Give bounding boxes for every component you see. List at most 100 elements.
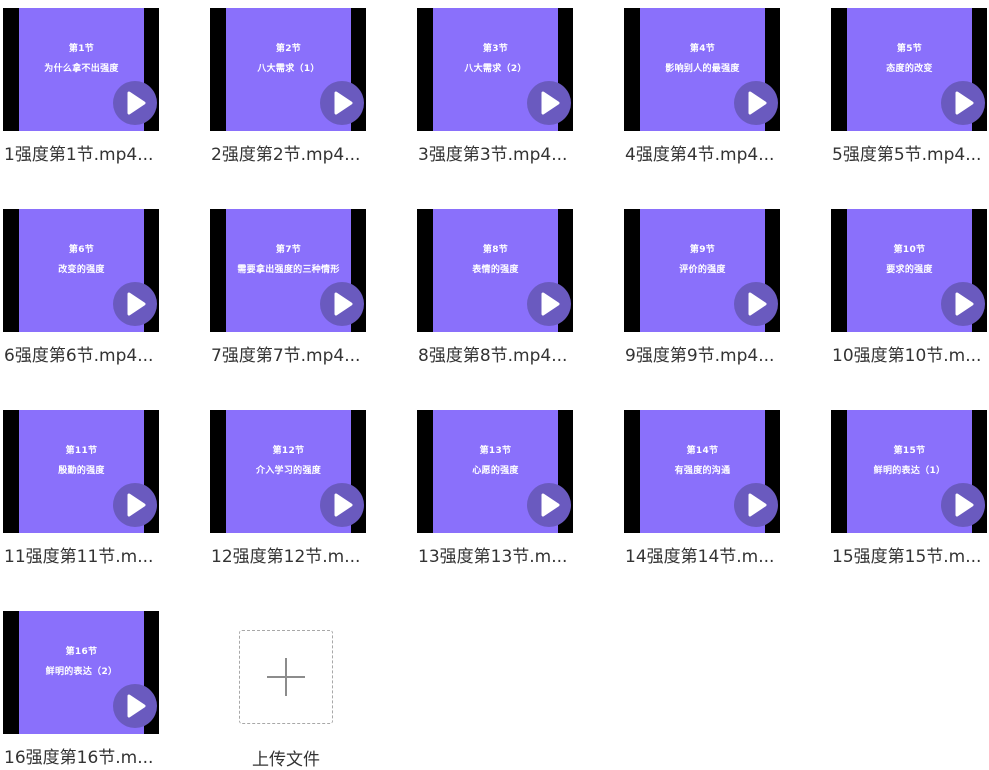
play-icon (334, 91, 353, 115)
file-item[interactable]: 第15节鲜明的表达（1） 15强度第15节.m... (828, 402, 989, 582)
thumbnail-lesson-title: 评价的强度 (679, 265, 726, 275)
thumbnail-lesson-title: 八大需求（2） (464, 64, 527, 74)
file-name[interactable]: 1强度第1节.mp4... (4, 140, 169, 165)
play-icon (955, 91, 974, 115)
play-button[interactable] (734, 483, 778, 527)
thumbnail-lesson-title: 心愿的强度 (472, 466, 519, 476)
play-button[interactable] (941, 483, 985, 527)
video-thumbnail[interactable]: 第9节 评价的强度 (624, 209, 780, 332)
video-thumbnail[interactable]: 第8节 表情的强度 (417, 209, 573, 332)
file-item[interactable]: 第14节有强度的沟通 14强度第14节.m... (621, 402, 791, 582)
play-icon (127, 91, 146, 115)
file-item[interactable]: 第13节心愿的强度 13强度第13节.m... (414, 402, 584, 582)
file-item[interactable]: 第3节 八大需求（2） 3强度第3节.mp4... (414, 0, 584, 180)
file-item[interactable]: 第1节 为什么拿不出强度 1强度第1节.mp4... (0, 0, 170, 180)
thumbnail-lesson-title: 鲜明的表达（1） (873, 466, 946, 476)
video-thumbnail[interactable]: 第2节 八大需求（1） (210, 8, 366, 131)
video-thumbnail[interactable]: 第16节 鲜明的表达（2） (3, 611, 159, 734)
play-icon (127, 694, 146, 718)
video-thumbnail[interactable]: 第12节介入学习的强度 (210, 410, 366, 533)
file-name[interactable]: 15强度第15节.m... (832, 542, 989, 567)
file-item[interactable]: 第6节 改变的强度 6强度第6节.mp4... (0, 201, 170, 381)
file-name[interactable]: 5强度第5节.mp4... (832, 140, 989, 165)
play-button[interactable] (113, 81, 157, 125)
file-name[interactable]: 7强度第7节.mp4... (211, 341, 376, 366)
file-item[interactable]: 第12节介入学习的强度 12强度第12节.m... (207, 402, 377, 582)
file-name[interactable]: 10强度第10节.m... (832, 341, 989, 366)
play-button[interactable] (320, 483, 364, 527)
play-icon (541, 292, 560, 316)
play-button[interactable] (941, 81, 985, 125)
thumbnail-lesson-number: 第13节 (479, 446, 512, 456)
thumbnail-lesson-number: 第15节 (893, 446, 926, 456)
file-name[interactable]: 11强度第11节.m... (4, 542, 169, 567)
video-thumbnail[interactable]: 第6节 改变的强度 (3, 209, 159, 332)
file-item[interactable]: 第8节 表情的强度 8强度第8节.mp4... (414, 201, 584, 381)
thumbnail-lesson-title: 态度的改变 (886, 64, 933, 74)
thumbnail-lesson-number: 第7节 (275, 245, 302, 255)
video-thumbnail[interactable]: 第14节有强度的沟通 (624, 410, 780, 533)
play-button[interactable] (320, 81, 364, 125)
video-thumbnail[interactable]: 第7节 需要拿出强度的三种情形 (210, 209, 366, 332)
play-icon (127, 292, 146, 316)
thumbnail-lesson-title: 要求的强度 (886, 265, 933, 275)
play-icon (334, 493, 353, 517)
play-button[interactable] (941, 282, 985, 326)
play-button[interactable] (113, 282, 157, 326)
file-name[interactable]: 8强度第8节.mp4... (418, 341, 583, 366)
play-button[interactable] (320, 282, 364, 326)
file-name[interactable]: 14强度第14节.m... (625, 542, 790, 567)
play-icon (541, 493, 560, 517)
play-icon (748, 493, 767, 517)
play-button[interactable] (527, 81, 571, 125)
play-button[interactable] (527, 282, 571, 326)
upload-button[interactable] (239, 630, 333, 724)
thumbnail-lesson-number: 第12节 (272, 446, 305, 456)
thumbnail-lesson-number: 第2节 (275, 44, 302, 54)
video-thumbnail[interactable]: 第15节鲜明的表达（1） (831, 410, 987, 533)
file-item[interactable]: 第5节 态度的改变 5强度第5节.mp4... (828, 0, 989, 180)
upload-label[interactable]: 上传文件 (230, 745, 342, 770)
video-thumbnail[interactable]: 第5节 态度的改变 (831, 8, 987, 131)
file-item[interactable]: 第16节 鲜明的表达（2） 16强度第16节.m... (0, 603, 170, 770)
video-thumbnail[interactable]: 第4节影响别人的最强度 (624, 8, 780, 131)
video-thumbnail[interactable]: 第11节 殷勤的强度 (3, 410, 159, 533)
thumbnail-lesson-title: 有强度的沟通 (674, 466, 731, 476)
thumbnail-lesson-title: 介入学习的强度 (255, 466, 322, 476)
file-item[interactable]: 第4节影响别人的最强度 4强度第4节.mp4... (621, 0, 791, 180)
play-button[interactable] (113, 483, 157, 527)
file-item[interactable]: 第7节 需要拿出强度的三种情形 7强度第7节.mp4... (207, 201, 377, 381)
thumbnail-lesson-number: 第1节 (68, 44, 95, 54)
thumbnail-lesson-title: 改变的强度 (58, 265, 105, 275)
file-item[interactable]: 第11节 殷勤的强度 11强度第11节.m... (0, 402, 170, 582)
play-icon (127, 493, 146, 517)
play-icon (955, 493, 974, 517)
file-name[interactable]: 13强度第13节.m... (418, 542, 583, 567)
file-item[interactable]: 第2节 八大需求（1） 2强度第2节.mp4... (207, 0, 377, 180)
play-button[interactable] (113, 684, 157, 728)
thumbnail-lesson-title: 鲜明的表达（2） (45, 667, 118, 677)
file-name[interactable]: 12强度第12节.m... (211, 542, 376, 567)
video-thumbnail[interactable]: 第13节心愿的强度 (417, 410, 573, 533)
play-button[interactable] (527, 483, 571, 527)
file-grid: 上传文件 第1节 为什么拿不出强度 1强度第1节.mp4... 第2节 八大需求（1） 2… (0, 0, 989, 770)
file-name[interactable]: 6强度第6节.mp4... (4, 341, 169, 366)
thumbnail-lesson-number: 第4节 (689, 44, 716, 54)
file-name[interactable]: 9强度第9节.mp4... (625, 341, 790, 366)
thumbnail-lesson-number: 第14节 (686, 446, 719, 456)
play-button[interactable] (734, 282, 778, 326)
thumbnail-lesson-number: 第11节 (65, 446, 98, 456)
file-name[interactable]: 16强度第16节.m... (4, 743, 169, 768)
file-name[interactable]: 4强度第4节.mp4... (625, 140, 790, 165)
file-item[interactable]: 第10节 要求的强度 10强度第10节.m... (828, 201, 989, 381)
plus-icon (267, 658, 305, 696)
file-item[interactable]: 第9节 评价的强度 9强度第9节.mp4... (621, 201, 791, 381)
thumbnail-lesson-title: 影响别人的最强度 (665, 64, 740, 74)
play-button[interactable] (734, 81, 778, 125)
file-name[interactable]: 3强度第3节.mp4... (418, 140, 583, 165)
thumbnail-lesson-number: 第8节 (482, 245, 509, 255)
video-thumbnail[interactable]: 第1节 为什么拿不出强度 (3, 8, 159, 131)
file-name[interactable]: 2强度第2节.mp4... (211, 140, 376, 165)
video-thumbnail[interactable]: 第3节 八大需求（2） (417, 8, 573, 131)
video-thumbnail[interactable]: 第10节 要求的强度 (831, 209, 987, 332)
